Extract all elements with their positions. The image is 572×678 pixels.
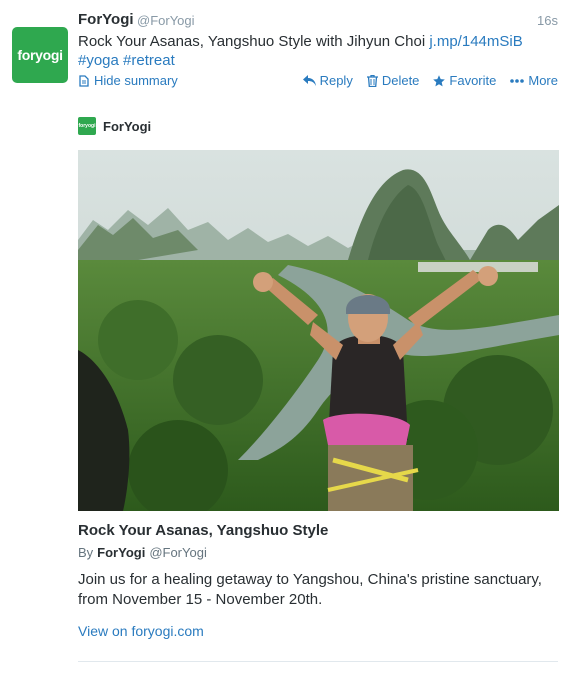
tweet-text-line: Rock Your Asanas, Yangshuo Style with Ji…: [78, 32, 558, 51]
hashtag-retreat[interactable]: #retreat: [123, 52, 175, 69]
hashtag-yoga[interactable]: #yoga: [78, 52, 119, 69]
hide-summary-label: Hide summary: [94, 73, 178, 88]
reply-label: Reply: [319, 73, 353, 88]
card-byline: By ForYogi @ForYogi: [78, 545, 207, 560]
favorite-button[interactable]: Favorite: [433, 73, 496, 88]
avatar[interactable]: foryogi: [12, 27, 68, 83]
card-description: Join us for a healing getaway to Yangsho…: [78, 571, 542, 608]
card-site-name[interactable]: ForYogi: [103, 119, 151, 134]
card-site-logo[interactable]: foryogi: [78, 117, 96, 135]
tweet-link[interactable]: j.mp/144mSiB: [429, 33, 522, 50]
hide-summary-button[interactable]: Hide summary: [78, 73, 178, 88]
tweet-action-row: Hide summary Reply Delete Favorite More: [78, 72, 558, 90]
card-title[interactable]: Rock Your Asanas, Yangshuo Style: [78, 522, 328, 539]
delete-label: Delete: [381, 73, 420, 88]
card-author-name[interactable]: ForYogi: [97, 545, 145, 560]
divider: [78, 661, 558, 662]
card-site-logo-text: foryogi: [78, 123, 96, 129]
reply-button[interactable]: Reply: [302, 73, 353, 88]
yangshuo-climber-photo: [78, 150, 559, 511]
user-fullname[interactable]: ForYogi: [78, 11, 134, 28]
tweet-text-body: Rock Your Asanas, Yangshuo Style with Ji…: [78, 33, 426, 50]
user-screen-name[interactable]: @ForYogi: [137, 13, 195, 28]
ellipsis-icon: [510, 78, 525, 83]
card-author-handle[interactable]: @ForYogi: [149, 545, 207, 560]
foryogi-logo-text: foryogi: [17, 47, 63, 63]
tweet-actions: Reply Delete Favorite More: [302, 73, 558, 88]
delete-button[interactable]: Delete: [366, 73, 420, 88]
card-image[interactable]: [78, 150, 559, 511]
favorite-label: Favorite: [449, 73, 497, 88]
tweet-header: ForYogi @ForYogi 16s: [78, 10, 558, 30]
reply-icon: [302, 75, 316, 86]
document-icon: [79, 74, 89, 87]
by-label: By: [78, 545, 94, 560]
view-on-site-link[interactable]: View on foryogi.com: [78, 623, 204, 639]
tweet-text: Rock Your Asanas, Yangshuo Style with Ji…: [78, 32, 558, 70]
trash-icon: [366, 74, 378, 87]
tweet-hashtags: #yoga #retreat: [78, 51, 558, 70]
star-icon: [433, 74, 446, 86]
card-header: foryogi ForYogi: [78, 117, 151, 135]
more-button[interactable]: More: [510, 73, 558, 88]
tweet-timestamp[interactable]: 16s: [537, 13, 558, 28]
more-label: More: [528, 73, 558, 88]
